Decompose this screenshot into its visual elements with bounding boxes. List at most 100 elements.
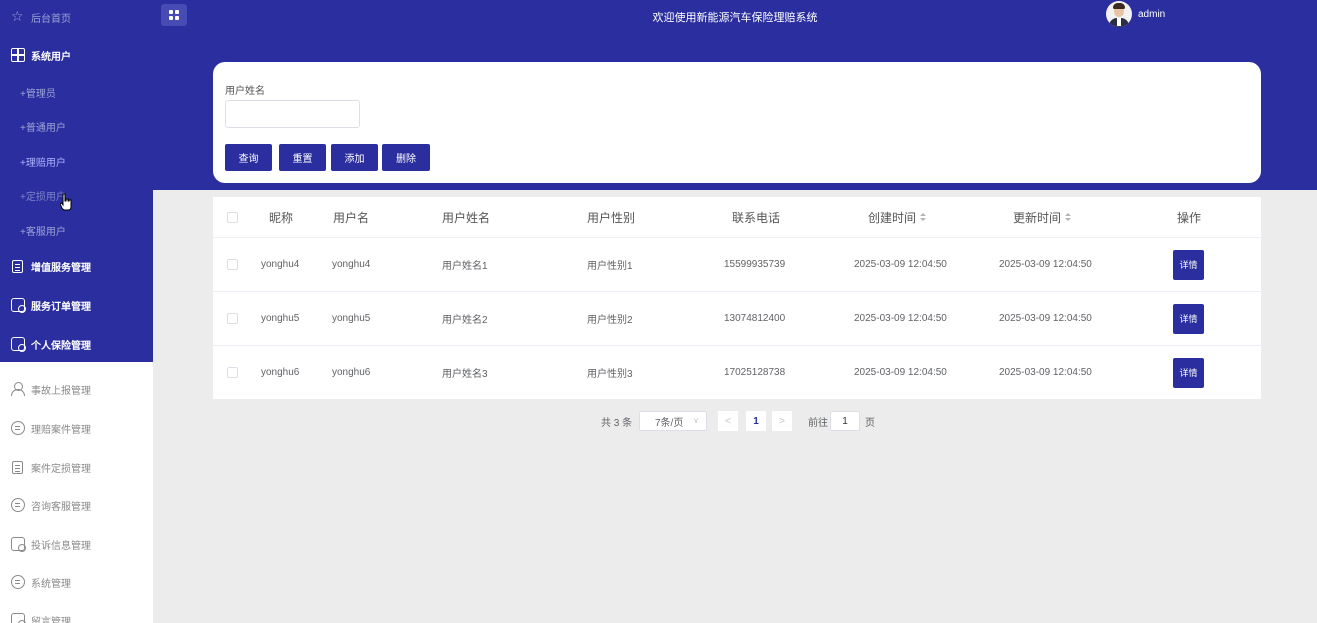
fullname-cell: 用户姓名3 [442, 369, 488, 380]
hand-cursor-icon [60, 193, 72, 211]
sidebar-item-messages[interactable]: 留言管理 [0, 603, 153, 623]
sidebar-item-system-management[interactable]: 系统管理 [0, 565, 153, 599]
grid-icon [11, 48, 25, 62]
detail-button[interactable]: 详情 [1173, 357, 1204, 388]
sidebar-item-home[interactable]: 后台首页 [0, 0, 153, 34]
sidebar-item-customer-service[interactable]: 咨询客服管理 [0, 488, 153, 522]
sidebar-item-label: +理赔用户 [20, 157, 66, 169]
fullname-cell: 用户姓名2 [442, 315, 488, 326]
sidebar-item-label: 服务订单管理 [31, 301, 91, 313]
gender-cell: 用户性别2 [587, 315, 633, 326]
table-row: yonghu6 yonghu6 用户姓名3 用户性别3 17025128738 … [213, 346, 1261, 399]
column-header-label: 创建时间 [868, 210, 917, 225]
sidebar-item-value-added[interactable]: 增值服务管理 [0, 249, 153, 283]
sidebar-item-claim-users[interactable]: +理赔用户 [0, 144, 153, 178]
sidebar-item-assessor-users[interactable]: +定损用户 [0, 178, 153, 212]
page-size-select[interactable]: 7条/页 ∨ [639, 411, 707, 431]
sidebar-item-accident-report[interactable]: 事故上报管理 [0, 372, 153, 406]
sidebar-item-system-users[interactable]: 系统用户 [0, 38, 153, 72]
user-icon [11, 382, 25, 396]
fullname-cell: 用户姓名1 [442, 261, 488, 272]
user-menu[interactable]: admin [1106, 1, 1165, 27]
column-header: 用户姓名 [442, 210, 491, 225]
next-page-button[interactable]: > [772, 411, 792, 431]
sidebar-item-service-users[interactable]: +客服用户 [0, 213, 153, 247]
page-number-current[interactable]: 1 [746, 411, 766, 431]
avatar [1106, 1, 1132, 27]
detail-button[interactable]: 详情 [1173, 303, 1204, 334]
chat-icon [11, 575, 25, 589]
username: admin [1138, 8, 1166, 20]
column-header: 昵称 [269, 210, 294, 225]
phone-cell: 13074812400 [724, 313, 786, 324]
row-checkbox[interactable] [227, 259, 238, 270]
sidebar-item-label: +普通用户 [20, 122, 66, 134]
table-row: yonghu4 yonghu4 用户姓名1 用户性别1 15599935739 … [213, 238, 1261, 292]
prev-page-button[interactable]: < [718, 411, 738, 431]
sidebar-item-label: 案件定损管理 [31, 463, 91, 475]
add-button[interactable]: 添加 [331, 144, 378, 171]
updated-time-cell: 2025-03-09 12:04:50 [999, 367, 1092, 378]
sort-icon[interactable] [1065, 212, 1072, 222]
updated-time-cell: 2025-03-09 12:04:50 [999, 313, 1092, 324]
sidebar-item-label: 咨询客服管理 [31, 501, 91, 513]
created-time-cell: 2025-03-09 12:04:50 [854, 259, 947, 270]
gender-cell: 用户性别3 [587, 369, 633, 380]
clipboard-icon [11, 298, 26, 313]
document-icon [12, 460, 23, 474]
updated-time-header[interactable]: 更新时间 [1013, 197, 1072, 237]
sidebar-item-personal-insurance[interactable]: 个人保险管理 [0, 327, 153, 361]
goto-suffix: 页 [865, 417, 875, 429]
sidebar: 后台首页 系统用户 +管理员 +普通用户 +理赔用户 +定损用户 +客服用户 增… [0, 0, 153, 623]
sidebar-item-label: 后台首页 [31, 13, 71, 25]
row-checkbox[interactable] [227, 313, 238, 324]
phone-cell: 15599935739 [724, 259, 786, 270]
sidebar-item-label: 事故上报管理 [31, 385, 91, 397]
table-header-row: 昵称 用户名 用户姓名 用户性别 联系电话 创建时间 更新时间 操作 [213, 197, 1261, 238]
sidebar-item-admin[interactable]: +管理员 [0, 75, 153, 109]
delete-button[interactable]: 删除 [382, 144, 430, 171]
name-search-input[interactable] [225, 100, 360, 128]
sidebar-item-complaints[interactable]: 投诉信息管理 [0, 527, 153, 561]
sidebar-item-case-assessment[interactable]: 案件定损管理 [0, 450, 153, 484]
sidebar-item-label: 个人保险管理 [31, 340, 91, 352]
phone-cell: 17025128738 [724, 367, 786, 378]
sidebar-item-claim-cases[interactable]: 理赔案件管理 [0, 411, 153, 445]
sidebar-item-normal-users[interactable]: +普通用户 [0, 109, 153, 143]
sidebar-item-label: 理赔案件管理 [31, 424, 91, 436]
sidebar-item-label: 系统用户 [31, 51, 71, 63]
page-size-value: 7条/页 [655, 417, 684, 429]
clipboard-icon [11, 337, 26, 352]
sort-icon[interactable] [920, 212, 927, 222]
sidebar-item-label: 留言管理 [31, 616, 71, 623]
column-header: 用户性别 [587, 210, 636, 225]
created-time-cell: 2025-03-09 12:04:50 [854, 367, 947, 378]
sidebar-item-label: +客服用户 [20, 226, 66, 238]
created-time-cell: 2025-03-09 12:04:50 [854, 313, 947, 324]
name-field-label: 用户姓名 [225, 86, 265, 97]
sidebar-item-service-orders[interactable]: 服务订单管理 [0, 288, 153, 322]
reset-button[interactable]: 重置 [279, 144, 326, 171]
document-icon [12, 259, 23, 273]
username-cell: yonghu6 [332, 367, 371, 378]
nickname-cell: yonghu6 [261, 367, 300, 378]
chevron-down-icon: ∨ [693, 416, 699, 425]
goto-page-input[interactable] [830, 411, 860, 431]
detail-button[interactable]: 详情 [1173, 249, 1204, 280]
created-time-header[interactable]: 创建时间 [868, 197, 927, 237]
column-header: 联系电话 [732, 210, 781, 225]
clipboard-icon [11, 537, 26, 552]
query-button[interactable]: 查询 [225, 144, 272, 171]
row-checkbox[interactable] [227, 367, 238, 378]
column-header: 用户名 [333, 210, 370, 225]
clipboard-icon [11, 613, 26, 623]
users-table: 昵称 用户名 用户姓名 用户性别 联系电话 创建时间 更新时间 操作 yongh… [213, 197, 1261, 399]
column-header-label: 更新时间 [1013, 210, 1062, 225]
pagination-total: 共 3 条 [601, 417, 633, 429]
chat-icon [11, 498, 25, 512]
sidebar-item-label: +定损用户 [20, 191, 66, 203]
gender-cell: 用户性别1 [587, 261, 633, 272]
select-all-checkbox[interactable] [227, 211, 238, 223]
chat-icon [11, 421, 25, 435]
username-cell: yonghu4 [332, 259, 371, 270]
